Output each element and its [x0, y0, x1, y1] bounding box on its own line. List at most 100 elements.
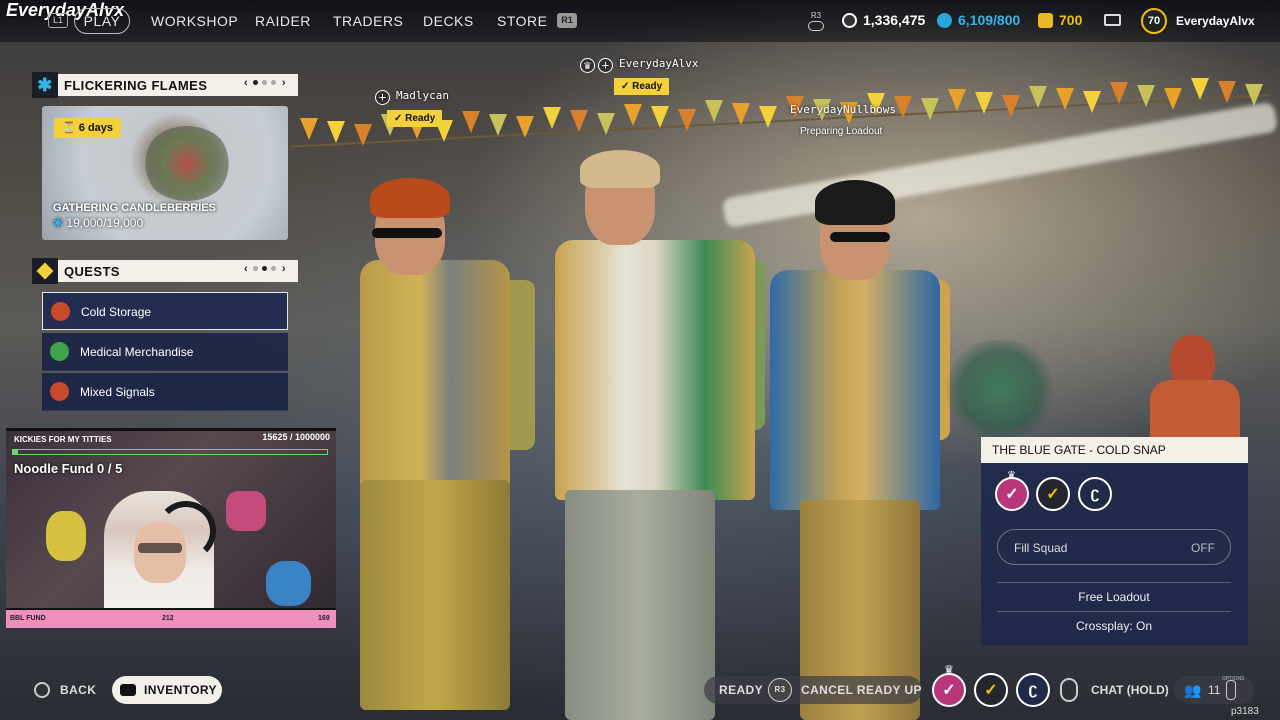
player-tag-madlycan[interactable]: + Madlycan: [375, 89, 449, 105]
nav-tab-raider[interactable]: RAIDER: [255, 13, 311, 29]
event-progress: ✱ 19,000/19,000: [53, 216, 143, 230]
quest-trader-icon: [50, 382, 69, 401]
controller-stick-icon: [808, 21, 824, 31]
free-loadout-button[interactable]: Free Loadout: [997, 582, 1231, 610]
bunting-flag: [1056, 88, 1074, 111]
stream-goal-label: KICKIES FOR MY TITTIES: [14, 435, 112, 444]
noodle-fund-label: Noodle Fund 0 / 5: [14, 461, 123, 476]
bunting-flag: [894, 95, 912, 118]
back-button[interactable]: BACK: [32, 676, 102, 704]
loading-swirl-icon: ʗ: [1078, 477, 1112, 511]
player-tag-everydaynullbows[interactable]: EverydayNullbows: [790, 103, 896, 116]
currency-gold: 700: [1038, 12, 1082, 28]
map-condition-title: THE BLUE GATE - COLD SNAP: [981, 437, 1248, 463]
blue-token-icon: [937, 13, 952, 28]
ready-status: Ready: [405, 113, 436, 124]
l1-button-hint: L1: [48, 13, 68, 28]
loadout-status: Preparing Loadout: [800, 126, 883, 137]
inventory-label: INVENTORY: [144, 683, 217, 697]
raider-character-3: [760, 180, 960, 720]
inventory-button[interactable]: INVENTORY: [112, 676, 222, 704]
currency-coins: 1,336,475: [842, 12, 925, 28]
bunting-flag: [327, 120, 345, 143]
bunting-flag: [732, 102, 750, 125]
r3-label: R3: [810, 11, 822, 20]
nav-tab-workshop[interactable]: WORKSHOP: [151, 13, 238, 29]
quest-trader-icon: [51, 302, 70, 321]
quest-item-cold-storage[interactable]: Cold Storage: [42, 292, 288, 330]
bunting-flag: [1083, 91, 1101, 114]
raider-character-1: [340, 170, 540, 710]
bunting-flag: [354, 123, 372, 146]
r3-hint: R3: [808, 11, 824, 31]
squad-ready-icon: ✓: [974, 673, 1008, 707]
mail-icon[interactable]: [1104, 14, 1121, 26]
plush-toy: [266, 561, 311, 606]
leader-check-icon: ✓: [995, 477, 1029, 511]
fill-squad-value: OFF: [1191, 541, 1215, 555]
stream-goal-count: 15625 / 1000000: [262, 432, 330, 442]
headset: [156, 501, 216, 561]
add-friend-icon: +: [598, 58, 613, 73]
player-name: EverydayAlvx: [619, 57, 699, 70]
crossplay-toggle[interactable]: Crossplay: On: [997, 611, 1231, 639]
quest-item-mixed-signals[interactable]: Mixed Signals: [42, 373, 288, 411]
bunting-flag: [570, 110, 588, 132]
options-button-icon[interactable]: [1226, 680, 1236, 700]
ready-status-chip: ✓ Ready: [614, 78, 670, 95]
cancel-ready-label: CANCEL READY UP: [801, 683, 922, 697]
bunting-flag: [759, 105, 777, 128]
bunting-flag: [921, 98, 939, 121]
player-tag-everydayalvx[interactable]: ♛ + EverydayAlvx: [580, 57, 698, 73]
squad-loading-icon: ʗ: [1016, 673, 1050, 707]
event-card[interactable]: ⏳ 6 days GATHERING CANDLEBERRIES ✱ 19,00…: [42, 106, 288, 240]
chat-hold-label[interactable]: CHAT (HOLD): [1091, 683, 1169, 697]
event-title: FLICKERING FLAMES: [64, 78, 208, 93]
bunting-flag: [1002, 94, 1020, 117]
quests-pager[interactable]: ‹ ›: [244, 263, 286, 275]
bunting-flag: [975, 92, 993, 114]
quest-diamond-icon: [32, 258, 58, 284]
nav-tab-store[interactable]: STORE: [497, 13, 547, 29]
touchpad-icon: [120, 684, 136, 696]
bunting-flag: [1029, 85, 1047, 108]
event-timer-badge: ⏳ 6 days: [54, 118, 122, 138]
fill-squad-toggle[interactable]: Fill Squad OFF: [997, 529, 1231, 565]
back-label: BACK: [60, 683, 97, 697]
top-nav-bar: EverydayAlvx L1 PLAY WORKSHOP RAIDER TRA…: [0, 0, 1280, 42]
gold-token-icon: [1038, 13, 1053, 28]
bunting-flag: [705, 100, 723, 122]
crown-icon: ♛: [1007, 470, 1016, 481]
bunting-flag: [1164, 87, 1182, 110]
event-timer: 6 days: [78, 122, 114, 134]
bunting-flag: [1110, 82, 1128, 104]
streamer-webcam: KICKIES FOR MY TITTIES 15625 / 1000000 N…: [6, 428, 336, 628]
nav-tab-decks[interactable]: DECKS: [423, 13, 474, 29]
ready-check-icon: ✓: [1036, 477, 1070, 511]
plants: [940, 340, 1060, 440]
quest-trader-icon: [50, 342, 69, 361]
ready-status-chip: ✓ Ready: [387, 110, 443, 127]
player-username[interactable]: EverydayAlvx: [1176, 14, 1255, 28]
nav-tab-traders[interactable]: TRADERS: [333, 13, 403, 29]
quest-label: Medical Merchandise: [80, 345, 194, 359]
nav-tab-play[interactable]: PLAY: [74, 8, 130, 34]
bunting-flag: [516, 116, 534, 139]
friends-icon: 👥: [1184, 682, 1202, 698]
player-level-badge[interactable]: 70: [1141, 8, 1167, 34]
stream-fund-bar: BBL FUND 212 169: [6, 608, 336, 628]
cancel-ready-up-button[interactable]: READY R3 CANCEL READY UP: [704, 676, 922, 704]
add-friend-icon: +: [375, 90, 390, 105]
friends-button[interactable]: 👥 11 OPTIONS: [1174, 676, 1254, 704]
currency-blue: 6,109/800: [937, 12, 1020, 28]
quest-item-medical-merchandise[interactable]: Medical Merchandise: [42, 333, 288, 371]
ready-status: Ready: [632, 81, 663, 92]
bunting-flag: [651, 106, 669, 129]
bunting-flag: [1245, 84, 1263, 106]
candleberry-bush-image: [142, 126, 232, 201]
currency-coins-value: 1,336,475: [863, 12, 926, 28]
snowflake-icon: ✱: [32, 72, 58, 98]
fund-bar-label: BBL FUND: [10, 615, 46, 622]
event-pager[interactable]: ‹ ›: [244, 77, 286, 89]
fill-squad-label: Fill Squad: [1014, 541, 1068, 555]
